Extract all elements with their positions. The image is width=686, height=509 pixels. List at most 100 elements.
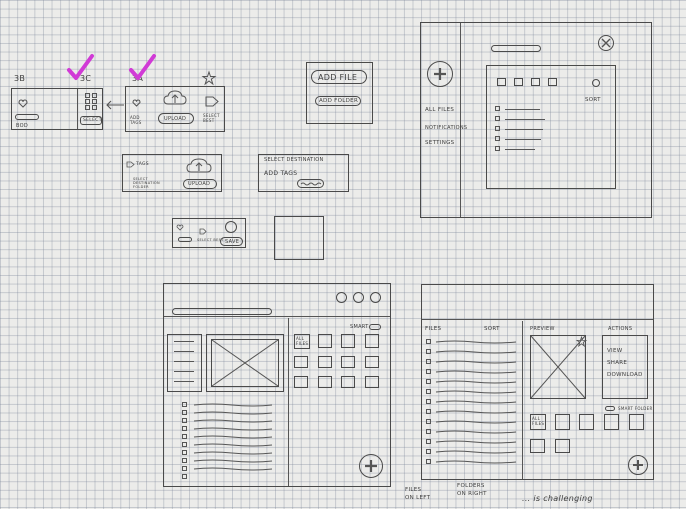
action-share[interactable]: SHARE	[607, 360, 627, 366]
column-divider	[522, 321, 523, 479]
folder-tile[interactable]	[555, 439, 570, 453]
checkmark-icon	[67, 54, 94, 80]
add-tags-title: ADD TAGS	[264, 170, 298, 177]
folder-tile[interactable]	[318, 376, 332, 388]
sidebar-item-all-files[interactable]: ALL FILES	[425, 107, 454, 113]
all-files-tile[interactable]: ALL FILES	[294, 334, 310, 349]
desktop-wireframe-top: ALL FILES NOTIFICATIONS SETTINGS SORT	[420, 22, 652, 218]
folder-tile[interactable]	[365, 334, 379, 348]
bod-pill[interactable]	[15, 114, 39, 120]
folder-tile[interactable]	[294, 376, 308, 388]
preview-column-header: PREVIEW	[530, 326, 555, 332]
file-browser-panel: SORT	[486, 65, 616, 189]
folder-tile[interactable]	[318, 334, 332, 348]
note-bottom: ... is challenging	[522, 494, 593, 503]
plus-icon[interactable]	[628, 455, 648, 475]
file-rows	[174, 400, 284, 486]
column-divider	[288, 318, 289, 486]
divider	[77, 89, 78, 129]
save-sketch: SELECT BEST SAVE	[172, 218, 246, 248]
all-files-tile[interactable]: ALL FILES	[530, 414, 546, 430]
preview-panel	[206, 334, 284, 392]
folder-tile[interactable]	[579, 414, 594, 430]
add-folder-button[interactable]: ADD FOLDER	[315, 96, 361, 106]
smart-label: SMART	[350, 324, 369, 330]
sort-control[interactable]: SORT	[484, 326, 500, 332]
select-button[interactable]: SELECT	[80, 116, 102, 125]
folder-tile[interactable]	[294, 356, 308, 368]
folder-icon[interactable]	[531, 78, 540, 86]
star-icon	[201, 70, 217, 86]
window-button[interactable]	[336, 292, 347, 303]
file-list	[495, 106, 555, 156]
select-destination-sketch: SELECT DESTINATION ADD TAGS	[258, 154, 349, 192]
close-icon[interactable]	[225, 221, 237, 233]
save-button[interactable]: SAVE	[220, 237, 243, 246]
desktop-wireframe-bottom-right: FILES SORT PREVIEW ACTIONS VIEW SHARE DO…	[421, 284, 654, 480]
add-file-button[interactable]: ADD FILE	[311, 70, 367, 84]
folder-row	[497, 78, 567, 88]
close-icon[interactable]	[598, 35, 614, 51]
small-field	[178, 237, 192, 242]
image-placeholder-icon	[211, 339, 279, 387]
folder-tile[interactable]	[604, 414, 619, 430]
window-button[interactable]	[353, 292, 364, 303]
bod-label: BOD	[16, 123, 29, 129]
checkmark-icon	[129, 54, 156, 80]
folder-icon[interactable]	[548, 78, 557, 86]
tag-icon	[205, 96, 219, 107]
sketch-label-3b: 3B	[14, 74, 26, 83]
cloud-upload-icon	[163, 90, 187, 105]
smart-folder-label: SMART FOLDER	[618, 406, 653, 411]
toggle-icon[interactable]	[605, 406, 615, 411]
upload-button[interactable]: UPLOAD	[158, 113, 194, 124]
select-best-label: SELECT BEST	[203, 113, 220, 123]
folder-tile[interactable]	[341, 356, 355, 368]
plus-icon[interactable]	[427, 61, 453, 87]
folder-tile[interactable]	[555, 414, 570, 430]
upload-button[interactable]: UPLOAD	[183, 179, 217, 189]
destination-folder-label: SELECT DESTINATION FOLDER	[133, 177, 160, 189]
folder-tile[interactable]	[629, 414, 644, 430]
folder-tile[interactable]	[365, 356, 379, 368]
sidebar-item-settings[interactable]: SETTINGS	[425, 140, 454, 146]
tag-icon	[126, 161, 135, 168]
folder-tile[interactable]	[318, 356, 332, 368]
note-folders-on-right: FOLDERS ON RIGHT	[457, 483, 487, 497]
action-view[interactable]: VIEW	[607, 348, 623, 354]
tags-label: TAGS	[136, 162, 149, 167]
heart-icon	[176, 224, 184, 231]
grid-icon	[85, 93, 99, 111]
heart-icon	[132, 99, 141, 107]
toggle-icon[interactable]	[369, 324, 381, 330]
file-rows	[426, 339, 521, 471]
upload-tags-sketch: TAGS SELECT DESTINATION FOLDER UPLOAD	[122, 154, 222, 192]
search-input[interactable]	[172, 308, 272, 315]
add-menu-sketch: ADD FILE ADD FOLDER	[306, 62, 373, 124]
actions-panel: VIEW SHARE DOWNLOAD	[602, 335, 648, 399]
file-list-panel	[167, 334, 202, 392]
close-icon[interactable]	[370, 292, 381, 303]
header-divider	[422, 319, 653, 320]
action-download[interactable]: DOWNLOAD	[607, 372, 643, 378]
search-input[interactable]	[491, 45, 541, 52]
folder-tile[interactable]	[530, 439, 545, 453]
add-tags-label: ADD TAGS	[130, 115, 142, 125]
actions-column-header: ACTIONS	[608, 326, 633, 332]
arrow-left-icon	[106, 100, 124, 110]
plus-icon[interactable]	[359, 454, 383, 478]
sidebar-divider	[460, 23, 461, 217]
tag-pill[interactable]	[297, 179, 324, 188]
select-destination-title: SELECT DESTINATION	[264, 157, 324, 163]
wireframe-3a: ADD TAGS UPLOAD SELECT BEST	[125, 86, 225, 132]
folder-tile[interactable]	[341, 376, 355, 388]
sidebar-item-notifications[interactable]: NOTIFICATIONS	[425, 125, 467, 131]
folder-tile[interactable]	[341, 334, 355, 348]
wireframe-3b-3c: BOD SELECT	[11, 88, 103, 130]
tag-icon	[199, 228, 207, 235]
sort-control[interactable]: SORT	[585, 97, 601, 103]
folder-icon[interactable]	[497, 78, 506, 86]
cloud-upload-icon	[186, 158, 212, 173]
folder-icon[interactable]	[514, 78, 523, 86]
folder-tile[interactable]	[365, 376, 379, 388]
